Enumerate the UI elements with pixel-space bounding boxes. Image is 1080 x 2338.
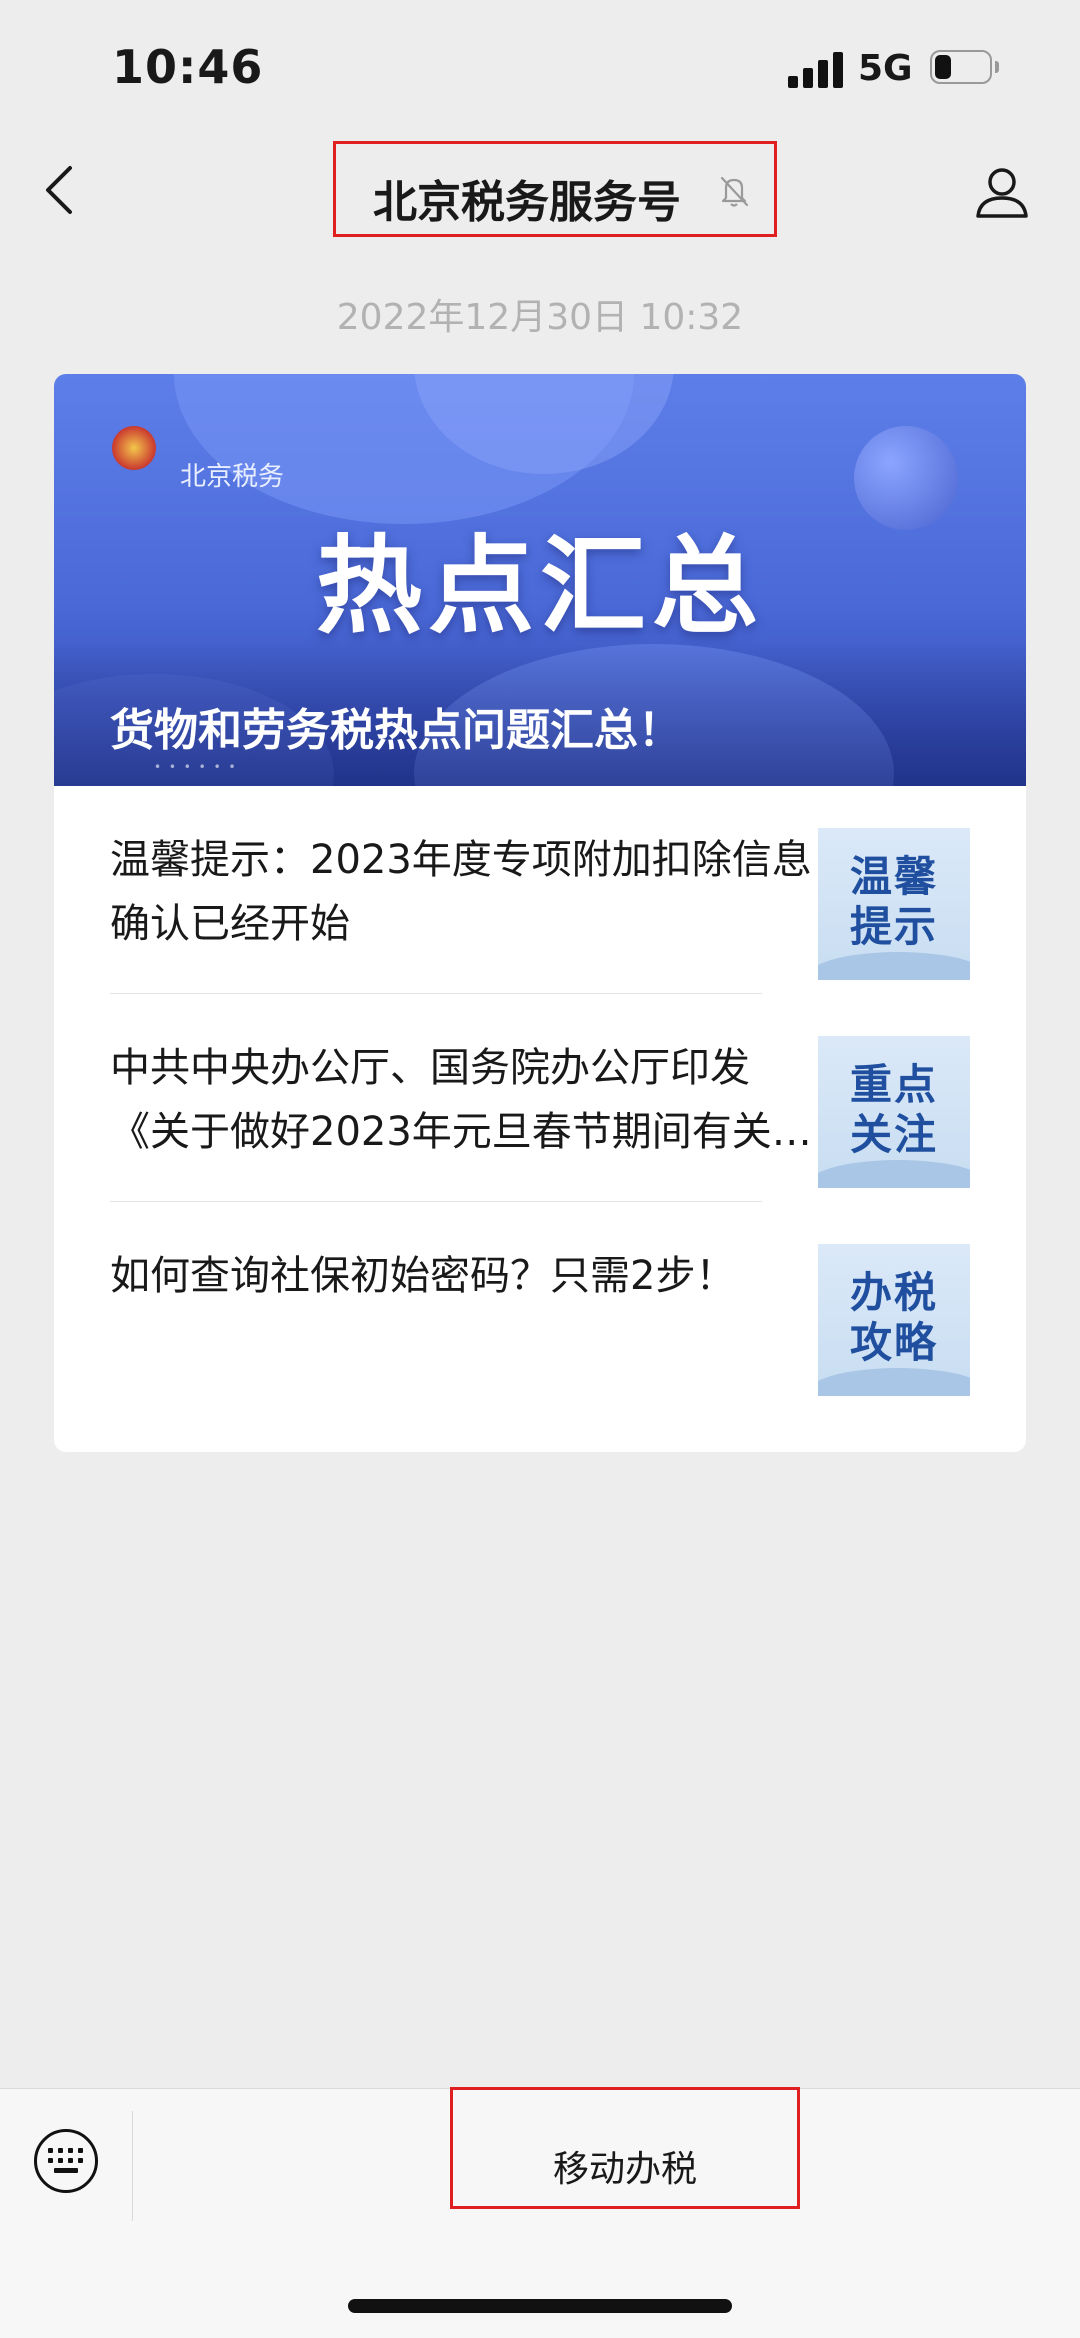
keyboard-toggle-button[interactable] [34,2129,98,2193]
thumbnail-text: 办税 攻略 [849,1268,938,1367]
article-item[interactable]: 温馨提示：2023年度专项附加扣除信息确认已经开始 温馨 提示 [54,786,1026,994]
article-title: 温馨提示：2023年度专项附加扣除信息确认已经开始 [110,837,812,947]
profile-button[interactable] [970,160,1034,224]
cover-article[interactable]: 北京税务 热点汇总 货物和劳务税热点问题汇总！ • • • • • • [54,374,1026,786]
cover-headline: 热点汇总 [316,525,764,648]
status-time: 10:46 [112,40,264,94]
network-type: 5G [858,48,913,89]
article-thumbnail: 办税 攻略 [818,1244,970,1396]
menu-item-mobile-tax[interactable]: 移动办税 [450,2087,800,2209]
signal-icon [788,52,844,88]
article-item[interactable]: 如何查询社保初始密码？只需2步！ 办税 攻略 [54,1202,1026,1410]
article-card: 北京税务 热点汇总 货物和劳务税热点问题汇总！ • • • • • • 温馨提示… [54,374,1026,1452]
person-icon [976,168,1028,218]
account-title: 北京税务服务号 [373,177,681,228]
back-button[interactable] [36,160,86,220]
article-thumbnail: 温馨 提示 [818,828,970,980]
chevron-left-icon [46,166,72,214]
article-item[interactable]: 中共中央办公厅、国务院办公厅印发《关于做好2023年元旦春节期间有关工作的通知》… [54,994,1026,1202]
tax-emblem-icon [112,426,156,470]
keyboard-icon [48,2148,84,2174]
mute-bell-icon [720,176,749,207]
article-title: 如何查询社保初始密码？只需2步！ [110,1253,736,1299]
cover-caption: 货物和劳务税热点问题汇总！ [110,705,682,756]
message-timestamp: 2022年12月30日 10:32 [336,297,744,338]
account-title-highlight[interactable]: 北京税务服务号 [333,141,777,237]
status-bar: 10:46 5G [0,0,1080,140]
bottom-menu-bar: 移动办税 [0,2087,1080,2338]
article-title: 中共中央办公厅、国务院办公厅印发《关于做好2023年元旦春节期间有关工作的通知》 [110,1045,812,1155]
thumbnail-text: 温馨 提示 [849,852,938,951]
home-indicator [348,2299,732,2313]
battery-icon [930,50,1000,88]
menu-item-label: 移动办税 [552,2149,697,2190]
cover-brand: 北京税务 [180,462,285,492]
thumbnail-text: 重点 关注 [849,1060,938,1159]
article-thumbnail: 重点 关注 [818,1036,970,1188]
